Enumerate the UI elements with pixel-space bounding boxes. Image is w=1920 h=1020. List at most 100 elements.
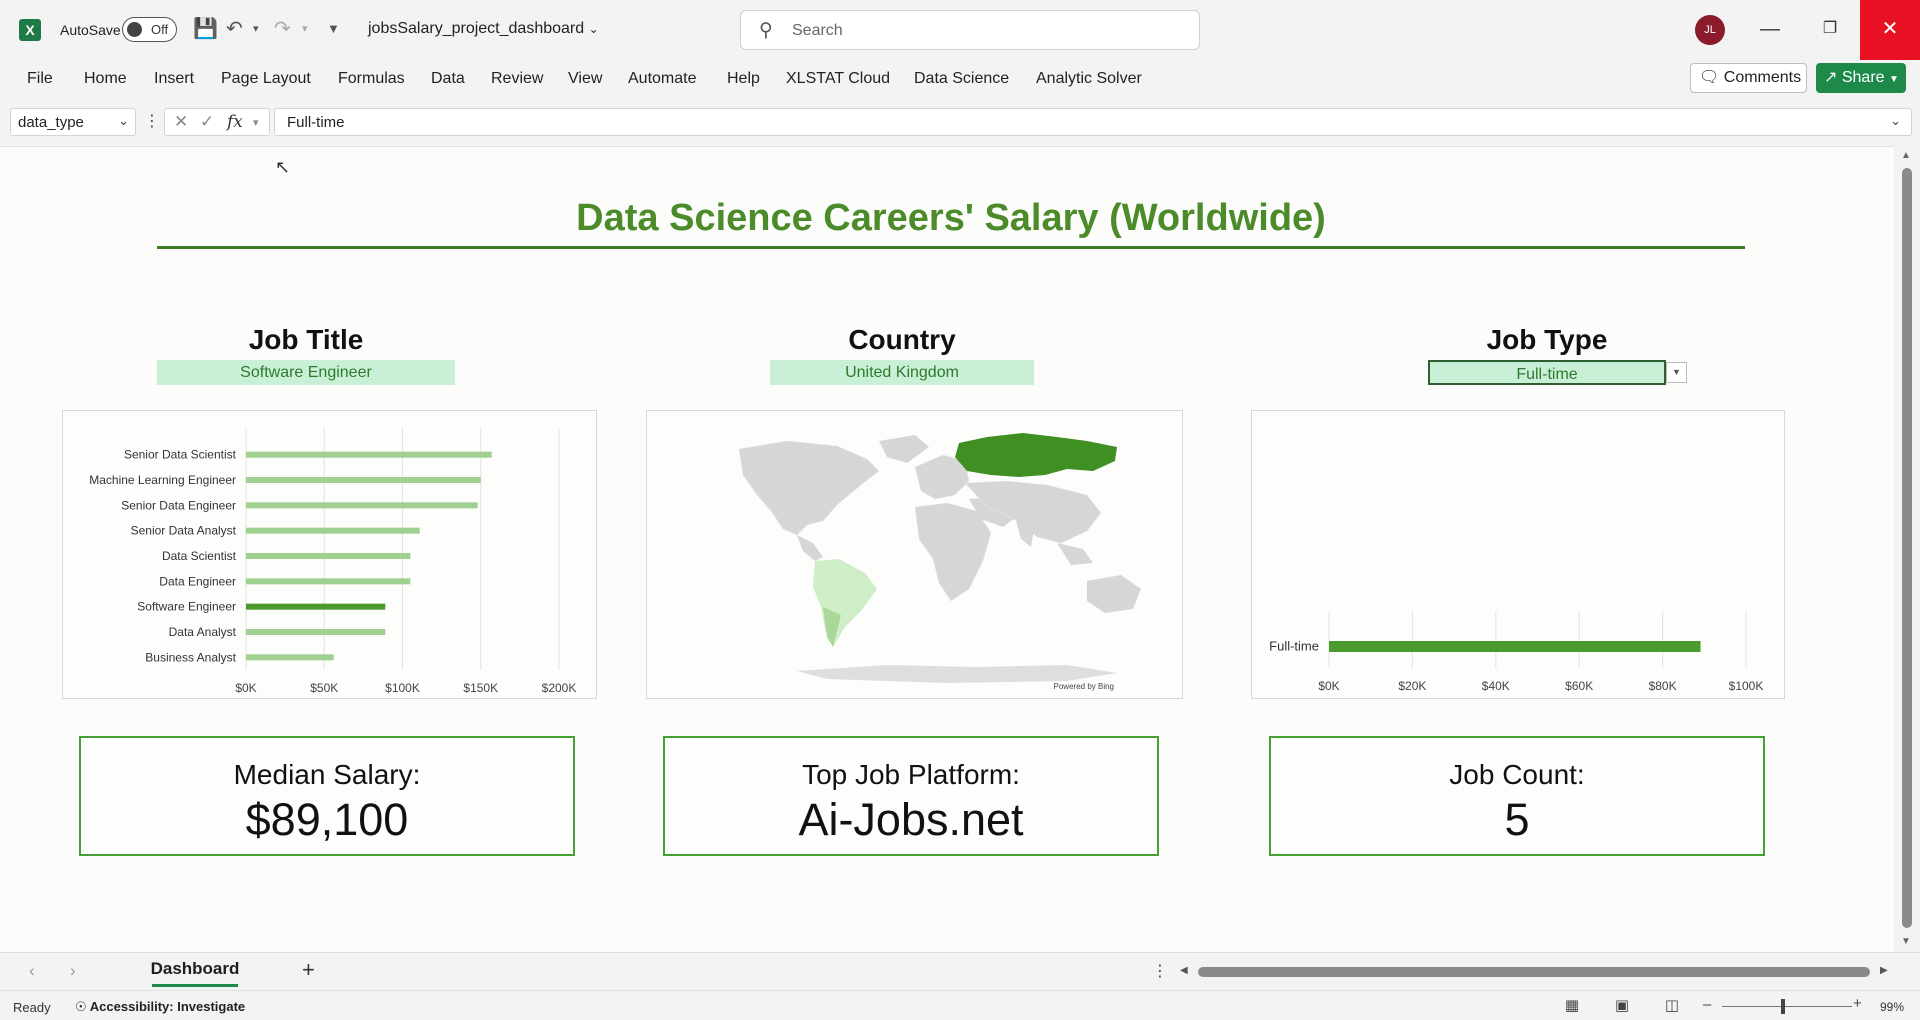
page-break-view-icon[interactable]: ◫ [1656,996,1688,1016]
x-tick-label: $100K [385,681,420,695]
undo-icon[interactable]: ↶ [226,17,243,41]
tab-page-layout[interactable]: Page Layout [221,70,311,88]
zoom-out-icon[interactable]: – [1703,996,1711,1013]
accessibility-status[interactable]: ☉ Accessibility: Investigate [75,999,245,1015]
country-map-chart[interactable]: Powered by Bing [646,410,1183,699]
autosave-label: AutoSave [60,22,121,38]
tab-help[interactable]: Help [727,70,760,88]
scroll-thumb[interactable] [1902,168,1912,928]
redo-dropdown-icon[interactable]: ▾ [302,17,308,41]
page-layout-view-icon[interactable]: ▣ [1606,996,1638,1016]
prev-sheet-icon[interactable]: ‹ [29,961,35,981]
tab-data[interactable]: Data [431,70,465,88]
formula-bar: data_type ⌄ ⋮ ✕ ✓ fx ▾ Full-time ⌄ [0,105,1920,141]
tab-analytic-solver[interactable]: Analytic Solver [1036,70,1142,88]
avatar[interactable]: JL [1695,15,1725,45]
excel-logo-icon: X [19,19,41,41]
scroll-right-icon[interactable]: ▶ [1880,965,1888,976]
search-box[interactable]: ⚲ Search [740,10,1200,50]
country-slicer[interactable]: United Kingdom [770,360,1034,385]
category-label: Senior Data Engineer [121,498,236,512]
job-title-chart[interactable]: $0K $50K $100K $150K $200K Senior Data Scient… [62,410,597,699]
category-label: Software Engineer [137,600,236,614]
expand-formula-icon[interactable]: ⌄ [1890,113,1901,129]
zoom-level[interactable]: 99% [1880,1000,1904,1014]
sheet-tabs-bar: ‹ › Dashboard + ⋮ ◀ ▶ [0,952,1920,990]
x-tick-label: $50K [310,681,338,695]
x-tick-label: $0K [1318,679,1339,693]
top-platform-label: Top Job Platform: [802,759,1020,790]
tab-home[interactable]: Home [84,70,127,88]
scroll-up-icon[interactable]: ▲ [1901,150,1911,161]
x-tick-label: $200K [542,681,577,695]
vertical-scrollbar[interactable]: ▲ ▼ [1894,146,1920,952]
tab-automate[interactable]: Automate [628,70,696,88]
map-north-america [738,440,880,536]
redo-icon[interactable]: ↷ [274,17,291,41]
undo-dropdown-icon[interactable]: ▾ [253,17,259,41]
scroll-left-icon[interactable]: ◀ [1180,965,1188,976]
job-type-slicer[interactable]: Full-time [1428,360,1666,385]
zoom-slider[interactable] [1722,1006,1852,1007]
map-antarctica [797,665,1117,683]
save-icon[interactable]: 💾 [193,17,218,41]
close-icon[interactable]: ✕ [1860,0,1920,60]
zoom-slider-thumb[interactable] [1781,999,1785,1014]
tab-xlstat-cloud[interactable]: XLSTAT Cloud [786,70,890,88]
category-label: Senior Data Scientist [124,448,237,462]
name-box[interactable]: data_type ⌄ [10,108,136,136]
tab-insert[interactable]: Insert [154,70,194,88]
normal-view-icon[interactable]: ▦ [1556,996,1588,1016]
bar [246,603,386,610]
tab-formulas[interactable]: Formulas [338,70,405,88]
tab-review[interactable]: Review [491,70,543,88]
tab-file[interactable]: File [27,70,53,88]
customize-toolbar-icon[interactable]: ▼ [327,17,340,41]
insert-function-icon[interactable]: fx [227,112,243,132]
job-title-slicer[interactable]: Software Engineer [157,360,455,385]
chevron-down-icon: ⌄ [588,22,599,36]
enter-icon[interactable]: ✓ [200,112,214,132]
tab-view[interactable]: View [568,70,602,88]
x-tick-label: $0K [235,681,256,695]
map-russia [955,433,1117,477]
scroll-down-icon[interactable]: ▼ [1901,936,1911,947]
category-label: Senior Data Analyst [131,524,237,538]
chevron-down-icon: ⌄ [118,113,129,128]
scroll-thumb[interactable] [1198,967,1870,977]
dropdown-arrow-icon[interactable]: ▼ [1666,362,1687,383]
x-tick-label: $60K [1565,679,1593,693]
add-sheet-button[interactable]: + [302,957,315,983]
job-type-chart[interactable]: $0K $20K $40K $60K $80K $100K Full-time [1251,410,1785,699]
x-tick-label: $80K [1649,679,1677,693]
sheet-tab-dashboard[interactable]: Dashboard [142,959,248,987]
x-tick-label: $150K [463,681,498,695]
chevron-down-icon[interactable]: ▾ [253,116,259,129]
job-count-card: Job Count: 5 [1269,736,1765,856]
bar [246,477,481,483]
minimize-icon[interactable]: — [1740,0,1800,60]
share-button[interactable]: ↗ Share ▼ [1816,63,1906,93]
category-label: Full-time [1269,639,1319,654]
median-salary-label: Median Salary: [233,759,421,790]
title-divider [157,246,1745,249]
autosave-toggle[interactable]: Off [122,17,177,42]
zoom-in-icon[interactable]: + [1853,995,1862,1012]
next-sheet-icon[interactable]: › [70,961,76,981]
more-options-icon[interactable]: ⋮ [144,111,160,131]
bar [1329,641,1701,652]
document-title[interactable]: jobsSalary_project_dashboard ⌄ [368,20,599,38]
formula-input[interactable]: Full-time ⌄ [274,108,1912,136]
restore-icon[interactable]: ❐ [1800,0,1860,60]
tab-data-science[interactable]: Data Science [914,70,1009,88]
cancel-icon[interactable]: ✕ [174,112,188,132]
bar [246,629,386,635]
horizontal-scrollbar[interactable]: ◀ ▶ [1180,965,1892,979]
comments-button[interactable]: 🗨 Comments [1690,63,1807,93]
more-options-icon[interactable]: ⋮ [1152,961,1168,981]
category-label: Data Engineer [159,574,236,588]
median-salary-card: Median Salary: $89,100 [79,736,575,856]
chevron-down-icon: ▼ [1889,74,1899,85]
map-greenland [879,435,929,463]
dashboard-title: Data Science Careers' Salary (Worldwide) [576,197,1326,239]
